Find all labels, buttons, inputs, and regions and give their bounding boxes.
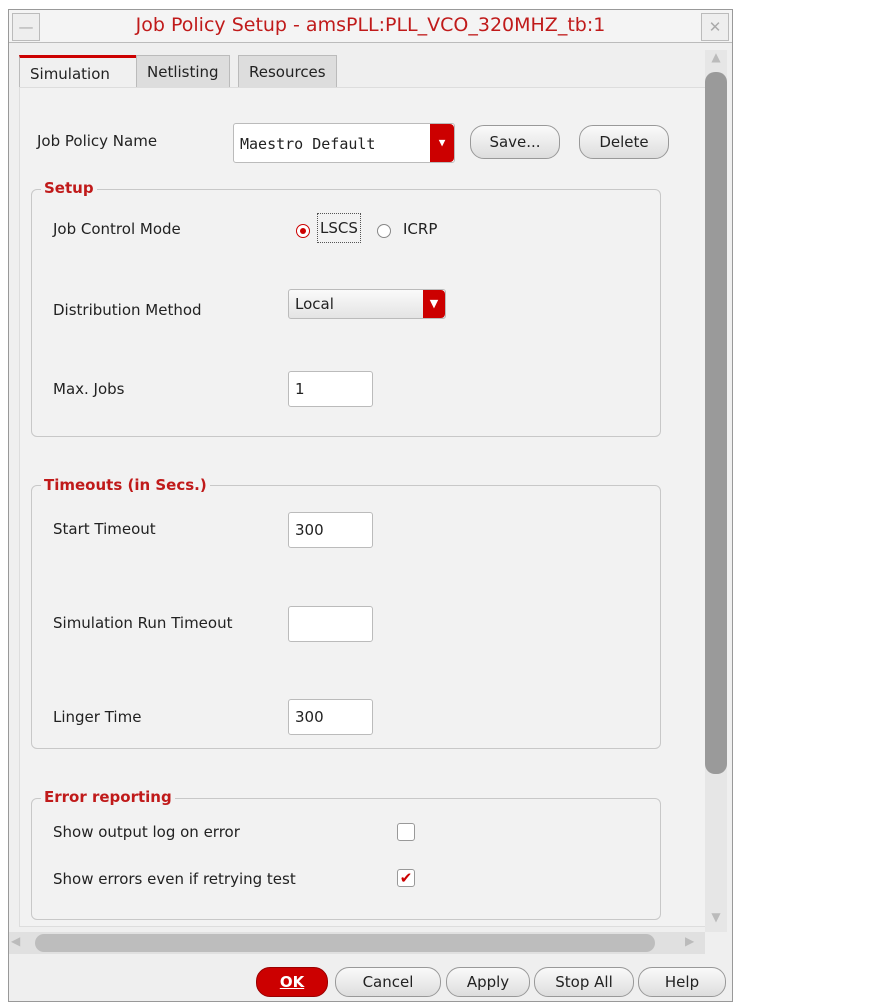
linger-time-input[interactable]: 300 xyxy=(288,699,373,735)
show-output-log-checkbox[interactable] xyxy=(397,823,415,841)
simulation-panel: Job Policy Name Maestro Default ▼ Save..… xyxy=(19,87,707,927)
error-reporting-title: Error reporting xyxy=(41,788,175,806)
job-policy-name-value: Maestro Default xyxy=(240,135,376,153)
chevron-down-icon[interactable]: ▼ xyxy=(430,124,454,162)
scroll-down-icon[interactable]: ▼ xyxy=(705,910,727,930)
vertical-scrollbar[interactable]: ▲ ▼ xyxy=(705,50,727,932)
simulation-run-timeout-label: Simulation Run Timeout xyxy=(53,614,233,632)
error-reporting-group xyxy=(31,798,661,920)
vertical-scroll-thumb[interactable] xyxy=(705,72,727,774)
max-jobs-input[interactable]: 1 xyxy=(288,371,373,407)
check-icon: ✔ xyxy=(399,869,413,887)
stop-all-button[interactable]: Stop All xyxy=(534,967,634,997)
window-title: Job Policy Setup - amsPLL:PLL_VCO_320MHZ… xyxy=(135,14,606,36)
horizontal-scroll-thumb[interactable] xyxy=(35,934,655,952)
job-policy-window: — Job Policy Setup - amsPLL:PLL_VCO_320M… xyxy=(8,9,733,1002)
start-timeout-label: Start Timeout xyxy=(53,520,156,538)
icrp-radio[interactable] xyxy=(377,224,391,238)
chevron-down-icon[interactable]: ▼ xyxy=(423,290,445,318)
scroll-up-icon[interactable]: ▲ xyxy=(705,50,727,70)
help-button[interactable]: Help xyxy=(638,967,726,997)
setup-title: Setup xyxy=(41,179,97,197)
tab-netlisting[interactable]: Netlisting xyxy=(136,55,230,89)
simulation-run-timeout-input[interactable] xyxy=(288,606,373,642)
show-errors-retrying-label: Show errors even if retrying test xyxy=(53,870,296,888)
distribution-method-value: Local xyxy=(295,295,334,313)
distribution-method-select[interactable]: Local ▼ xyxy=(288,289,446,319)
distribution-method-label: Distribution Method xyxy=(53,301,202,319)
job-control-mode-label: Job Control Mode xyxy=(53,220,181,238)
job-policy-name-combo[interactable]: Maestro Default ▼ xyxy=(233,123,455,163)
horizontal-scrollbar[interactable]: ◀ ▶ xyxy=(9,932,705,954)
show-output-log-label: Show output log on error xyxy=(53,823,240,841)
tab-resources[interactable]: Resources xyxy=(238,55,337,89)
save-button[interactable]: Save... xyxy=(470,125,560,159)
scroll-left-icon[interactable]: ◀ xyxy=(11,934,20,948)
ok-button[interactable]: OK xyxy=(256,967,328,997)
max-jobs-label: Max. Jobs xyxy=(53,380,125,398)
title-bar: — Job Policy Setup - amsPLL:PLL_VCO_320M… xyxy=(9,10,732,43)
delete-button[interactable]: Delete xyxy=(579,125,669,159)
cancel-button[interactable]: Cancel xyxy=(335,967,441,997)
show-errors-retrying-checkbox[interactable]: ✔ xyxy=(397,869,415,887)
job-policy-name-label: Job Policy Name xyxy=(37,132,158,150)
icrp-label[interactable]: ICRP xyxy=(403,220,437,238)
lscs-radio[interactable] xyxy=(296,224,310,238)
apply-button[interactable]: Apply xyxy=(446,967,530,997)
minimize-icon[interactable]: — xyxy=(12,13,40,41)
linger-time-label: Linger Time xyxy=(53,708,142,726)
scroll-right-icon[interactable]: ▶ xyxy=(685,934,694,948)
close-icon[interactable]: ✕ xyxy=(701,13,729,41)
start-timeout-input[interactable]: 300 xyxy=(288,512,373,548)
timeouts-title: Timeouts (in Secs.) xyxy=(41,476,210,494)
tab-simulation[interactable]: Simulation xyxy=(19,55,137,88)
lscs-label[interactable]: LSCS xyxy=(317,213,361,243)
